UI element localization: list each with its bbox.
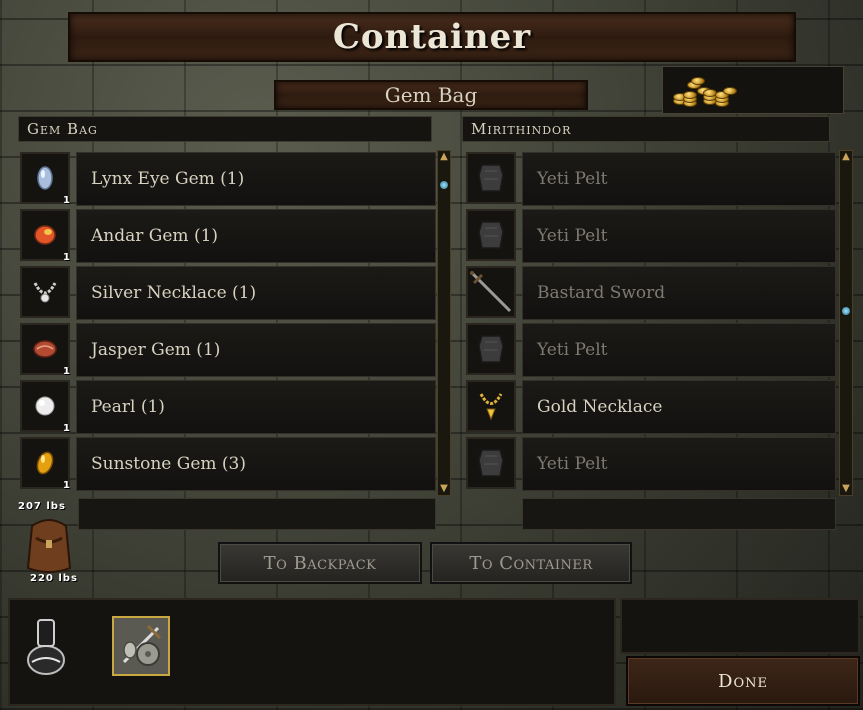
window-title: Container [68,12,796,62]
pearl-icon [35,396,55,416]
item-name[interactable]: Bastard Sword [522,266,836,320]
list-item[interactable]: 1 Sunstone Gem (3) [20,437,436,492]
item-name[interactable]: Yeti Pelt [522,323,836,377]
list-item[interactable]: 1 Jasper Gem (1) [20,323,436,378]
item-slot[interactable]: 1 [20,437,70,491]
item-name[interactable]: Pearl (1) [76,380,436,434]
item-slot[interactable] [466,152,516,204]
list-item[interactable]: Gold Necklace [466,380,838,435]
item-name[interactable]: Gold Necklace [522,380,836,434]
to-backpack-button[interactable]: To Backpack [218,542,422,584]
bottom-hotbar [8,598,616,706]
item-slot[interactable] [466,209,516,261]
item-slot[interactable] [466,266,516,318]
item-slot[interactable]: 1 [20,380,70,434]
item-name[interactable]: Andar Gem (1) [76,209,436,263]
item-name[interactable]: Lynx Eye Gem (1) [76,152,436,206]
info-panel [620,598,860,654]
max-weight: 220 lbs [30,573,78,584]
scroll-thumb[interactable] [440,181,448,189]
item-name[interactable]: Yeti Pelt [522,437,836,491]
to-container-button[interactable]: To Container [430,542,632,584]
scroll-up-arrow-icon[interactable]: ▲ [438,152,450,162]
item-name[interactable]: Yeti Pelt [522,209,836,263]
list-item[interactable]: Yeti Pelt [466,323,838,378]
scroll-down-arrow-icon[interactable]: ▼ [840,484,852,494]
item-name[interactable]: Jasper Gem (1) [76,323,436,377]
left-list-footer [78,498,436,530]
item-name[interactable]: Sunstone Gem (3) [76,437,436,491]
lynx-eye-gem-icon [37,166,53,190]
list-item[interactable]: 1 Andar Gem (1) [20,209,436,264]
list-item[interactable]: Yeti Pelt [466,152,838,207]
item-slot[interactable] [20,266,70,318]
yeti-pelt-icon [478,164,504,192]
item-quantity: 1 [63,252,70,263]
character-item-list[interactable]: Yeti Pelt Yeti Pelt Bastard Sword Yeti P… [466,152,838,497]
gold-display [662,66,844,114]
scroll-down-arrow-icon[interactable]: ▼ [438,484,450,494]
potion-bottle-icon[interactable] [24,614,68,678]
right-panel-header: Mirithindor [462,116,830,142]
andar-gem-icon [34,225,56,245]
container-item-list[interactable]: 1 Lynx Eye Gem (1) 1 Andar Gem (1) Silve… [20,152,436,497]
gold-coins-icon [669,73,739,109]
item-slot[interactable] [466,323,516,375]
item-quantity: 1 [63,480,70,491]
container-name: Gem Bag [274,80,588,110]
item-quantity: 1 [63,366,70,377]
backpack-icon [26,519,72,573]
item-slot[interactable] [466,380,516,432]
bastard-sword-icon [470,271,512,313]
yeti-pelt-icon [478,449,504,477]
scroll-up-arrow-icon[interactable]: ▲ [840,152,852,162]
left-scrollbar[interactable]: ▲ ▼ [437,150,451,496]
list-item[interactable]: Yeti Pelt [466,437,838,492]
item-quantity: 1 [63,423,70,434]
item-slot[interactable]: 1 [20,323,70,377]
weapons-and-shield-icon [122,624,162,666]
yeti-pelt-icon [478,335,504,363]
yeti-pelt-icon [478,221,504,249]
left-panel-header: Gem Bag [18,116,432,142]
item-slot[interactable]: 1 [20,209,70,263]
list-item[interactable]: 1 Lynx Eye Gem (1) [20,152,436,207]
item-name[interactable]: Yeti Pelt [522,152,836,206]
list-item[interactable]: Silver Necklace (1) [20,266,436,321]
list-item[interactable]: Yeti Pelt [466,209,838,264]
scroll-thumb[interactable] [842,307,850,315]
item-name[interactable]: Silver Necklace (1) [76,266,436,320]
gold-necklace-icon [479,393,503,421]
item-quantity: 1 [63,195,70,206]
sunstone-gem-icon [36,451,54,475]
item-slot[interactable] [466,437,516,489]
equipment-slot[interactable] [112,616,170,676]
list-item[interactable]: Bastard Sword [466,266,838,321]
current-weight: 207 lbs [18,501,66,512]
silver-necklace-icon [33,282,57,303]
item-slot[interactable]: 1 [20,152,70,206]
jasper-gem-icon [33,340,57,358]
list-item[interactable]: 1 Pearl (1) [20,380,436,435]
right-scrollbar[interactable]: ▲ ▼ [839,150,853,496]
right-list-footer [522,498,836,530]
done-button[interactable]: Done [626,656,860,706]
